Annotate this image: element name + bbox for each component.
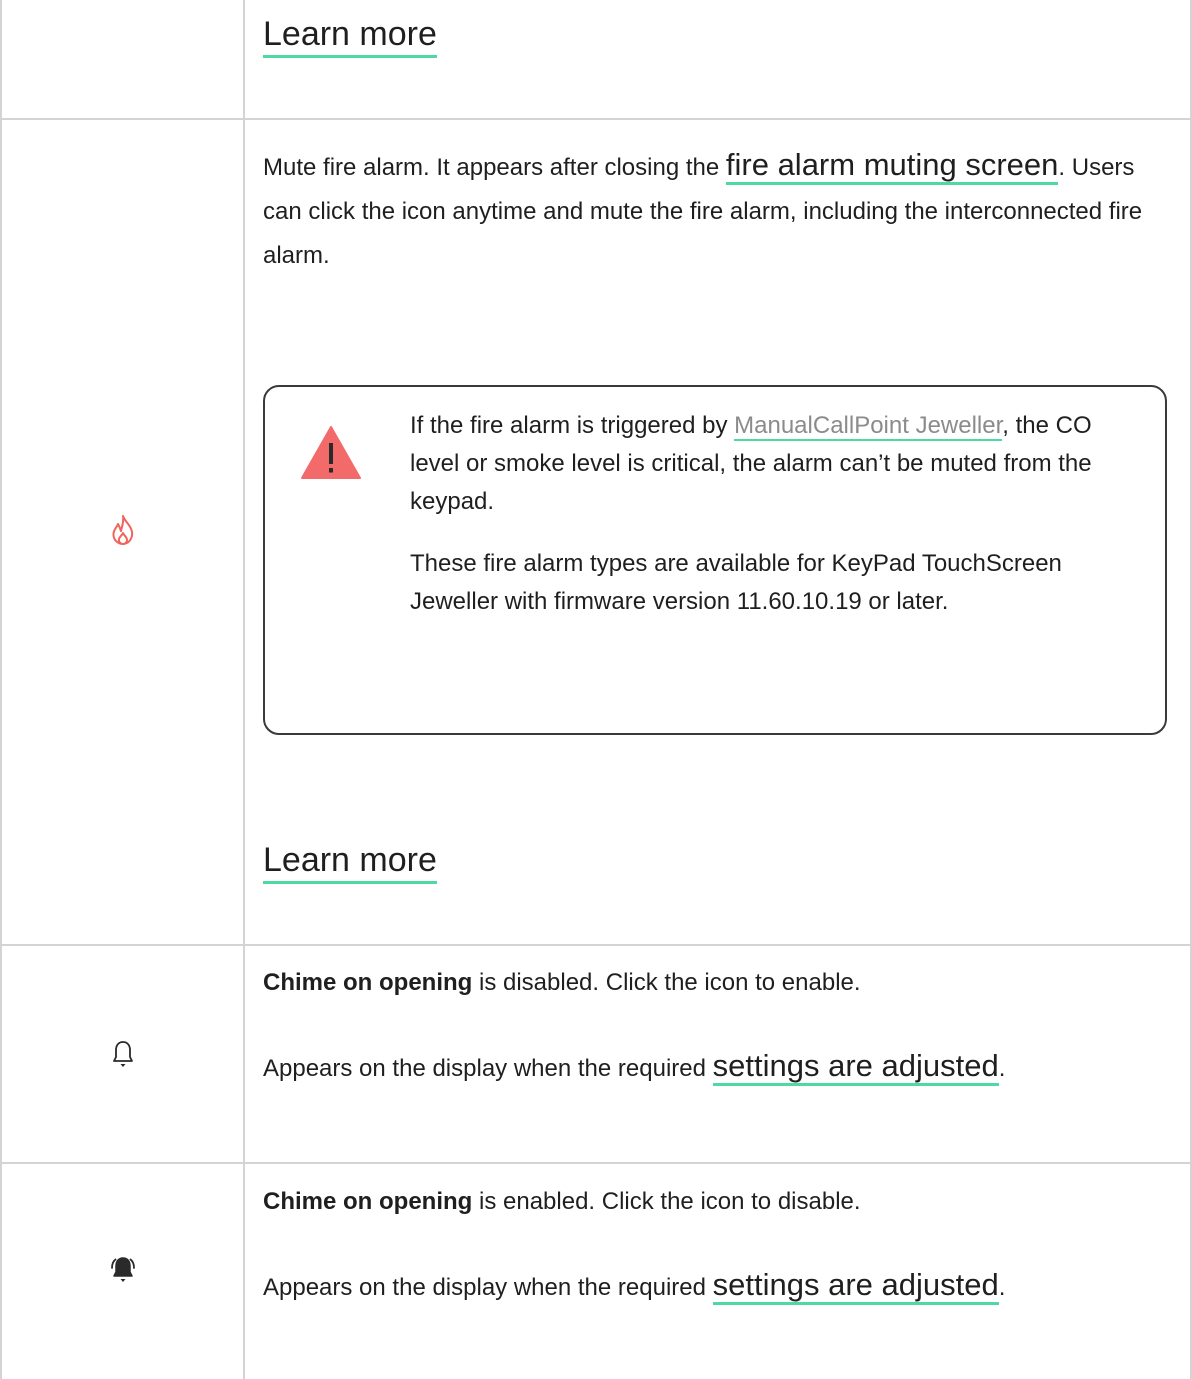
fire-alarm-description: Mute fire alarm. It appears after closin… [263, 143, 1163, 278]
warning-triangle-icon [301, 426, 361, 479]
firmware-note: These fire alarm types are available for… [410, 550, 1062, 615]
warning-text-before: If the fire alarm is triggered by [410, 412, 735, 439]
learn-more-link[interactable]: Learn more [263, 14, 437, 58]
chime-enabled-description: Chime on opening is enabled. Click the i… [263, 1183, 1163, 1310]
chime-enabled-text: is enabled. Click the icon to disable. [472, 1188, 861, 1215]
period: . [998, 1055, 1006, 1082]
row-divider [0, 944, 1192, 946]
fire-text-before: Mute fire alarm. It appears after closin… [263, 154, 726, 181]
chime-disabled-description: Chime on opening is disabled. Click the … [263, 964, 1163, 1091]
fire-alarm-muting-screen-link[interactable]: fire alarm muting screen [725, 147, 1059, 185]
chime-enabled-line1: Chime on opening is enabled. Click the i… [263, 1183, 1163, 1221]
bell-outline-icon[interactable] [112, 1040, 134, 1070]
settings-adjusted-link[interactable]: settings are adjusted [712, 1267, 999, 1305]
settings-adjusted-link[interactable]: settings are adjusted [712, 1048, 999, 1086]
row-divider [0, 1162, 1192, 1164]
bell-ringing-icon-cell [3, 1250, 243, 1290]
features-table: Learn more Mute fire alarm. It appears a… [0, 0, 1192, 1379]
learn-more-row: Learn more [263, 840, 1163, 884]
column-divider [243, 0, 245, 1379]
chime-disabled-text2: Appears on the display when the required [263, 1055, 713, 1082]
row-divider [0, 118, 1192, 120]
bell-outline-icon-cell [3, 1035, 243, 1075]
table-border-left [0, 0, 2, 1379]
warning-text: If the fire alarm is triggered by Manual… [410, 407, 1130, 645]
learn-more-link[interactable]: Learn more [263, 840, 437, 884]
warning-paragraph: If the fire alarm is triggered by Manual… [410, 407, 1130, 521]
chime-disabled-text: is disabled. Click the icon to enable. [472, 969, 861, 996]
fire-icon-cell [3, 510, 243, 550]
warning-callout: If the fire alarm is triggered by Manual… [263, 385, 1167, 735]
chime-label: Chime on opening [263, 969, 473, 996]
table-row: Learn more [263, 14, 1163, 58]
chime-enabled-line2: Appears on the display when the required… [263, 1263, 1163, 1310]
chime-label: Chime on opening [263, 1188, 473, 1215]
fire-alarm-paragraph: Mute fire alarm. It appears after closin… [263, 143, 1163, 278]
period: . [998, 1274, 1006, 1301]
chime-disabled-line1: Chime on opening is disabled. Click the … [263, 964, 1163, 1002]
fire-icon[interactable] [110, 514, 136, 546]
chime-disabled-line2: Appears on the display when the required… [263, 1044, 1163, 1091]
manualcallpoint-link[interactable]: ManualCallPoint Jeweller [734, 412, 1003, 441]
bell-ringing-icon[interactable] [106, 1255, 140, 1285]
chime-enabled-text2: Appears on the display when the required [263, 1274, 713, 1301]
